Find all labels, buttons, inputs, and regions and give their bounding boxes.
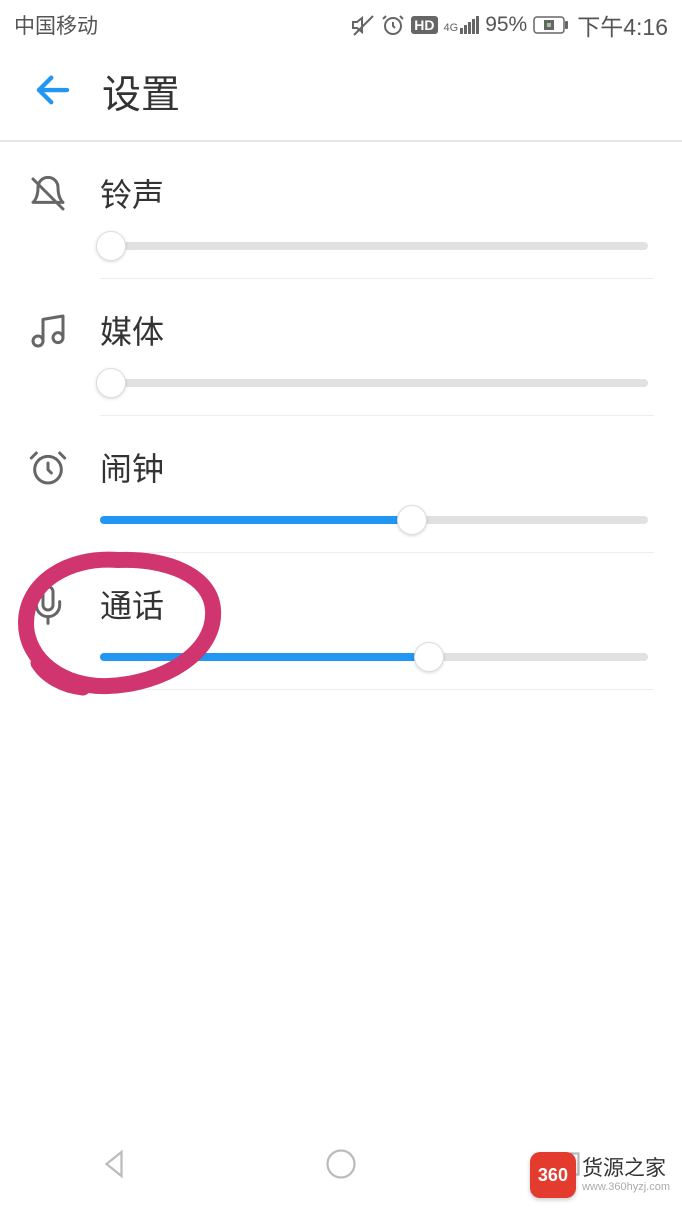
clock-time: 下午4:16 <box>577 8 668 42</box>
call-slider[interactable] <box>100 653 648 661</box>
watermark-badge: 360 <box>530 1152 576 1198</box>
mute-icon <box>351 13 375 37</box>
call-row: 通话 <box>28 553 654 690</box>
microphone-icon <box>28 581 100 625</box>
alarm-slider-fill <box>100 516 412 524</box>
media-slider-thumb[interactable] <box>96 368 126 398</box>
status-icons: HD 4G 95% 下午4:16 <box>351 8 668 42</box>
carrier-label: 中国移动 <box>14 10 98 40</box>
alarm-label: 闹钟 <box>100 444 654 490</box>
nav-back-button[interactable] <box>96 1146 132 1187</box>
nav-home-button[interactable] <box>323 1146 359 1187</box>
battery-percent: 95% <box>485 13 527 37</box>
ringtone-label: 铃声 <box>100 170 654 216</box>
media-slider[interactable] <box>100 379 648 387</box>
music-note-icon <box>28 307 100 351</box>
alarm-slider[interactable] <box>100 516 648 524</box>
watermark-url: www.360hyzj.com <box>582 1181 670 1194</box>
ringtone-row: 铃声 <box>28 142 654 279</box>
battery-icon <box>533 16 569 34</box>
ringtone-slider[interactable] <box>100 242 648 250</box>
signal-icon: 4G <box>444 16 480 34</box>
volume-settings-list: 铃声 媒体 闹钟 <box>0 142 682 690</box>
call-slider-thumb[interactable] <box>414 642 444 672</box>
watermark-title: 货源之家 <box>582 1156 670 1181</box>
ringtone-mute-icon <box>28 170 100 214</box>
alarm-clock-icon <box>28 444 100 488</box>
ringtone-slider-thumb[interactable] <box>96 231 126 261</box>
page-title: 设置 <box>102 64 180 120</box>
hd-badge: HD <box>411 16 437 34</box>
media-row: 媒体 <box>28 279 654 416</box>
app-header: 设置 <box>0 46 682 142</box>
back-arrow-icon[interactable] <box>32 69 74 116</box>
media-label: 媒体 <box>100 307 654 353</box>
call-slider-fill <box>100 653 429 661</box>
alarm-status-icon <box>381 13 405 37</box>
alarm-slider-thumb[interactable] <box>397 505 427 535</box>
call-label: 通话 <box>100 581 654 627</box>
status-bar: 中国移动 HD 4G 95% <box>0 0 682 46</box>
alarm-row: 闹钟 <box>28 416 654 553</box>
watermark: 360 货源之家 www.360hyzj.com <box>530 1152 670 1198</box>
